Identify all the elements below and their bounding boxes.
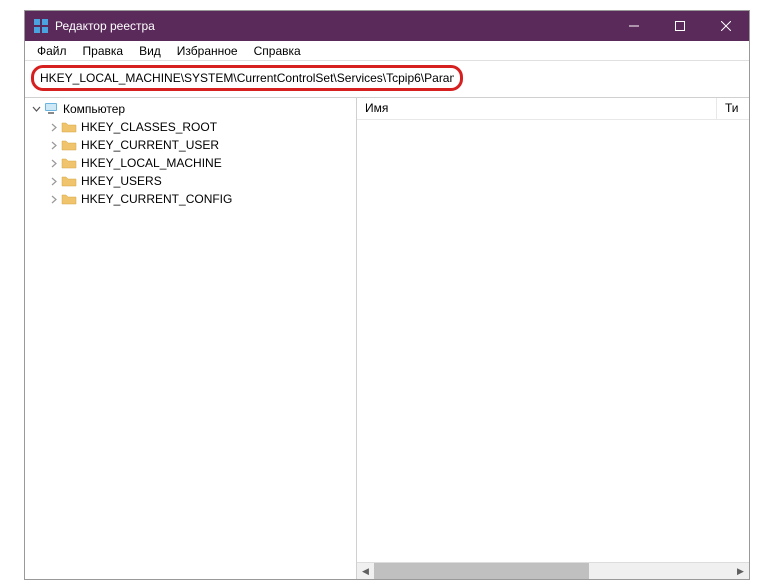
window-title: Редактор реестра bbox=[55, 19, 611, 33]
close-button[interactable] bbox=[703, 11, 749, 41]
tree-hive-label: HKEY_CLASSES_ROOT bbox=[81, 120, 217, 134]
list-header: Имя Ти bbox=[357, 98, 749, 120]
folder-icon bbox=[61, 138, 77, 152]
chevron-right-icon[interactable] bbox=[47, 195, 61, 204]
horizontal-scrollbar[interactable]: ◀ ▶ bbox=[357, 562, 749, 579]
list-panel: Имя Ти ◀ ▶ bbox=[357, 98, 749, 579]
addressbar-container bbox=[25, 61, 749, 97]
menu-file[interactable]: Файл bbox=[29, 42, 75, 60]
chevron-right-icon[interactable] bbox=[47, 123, 61, 132]
folder-icon bbox=[61, 174, 77, 188]
maximize-button[interactable] bbox=[657, 11, 703, 41]
tree-hive-label: HKEY_CURRENT_USER bbox=[81, 138, 219, 152]
titlebar[interactable]: Редактор реестра bbox=[25, 11, 749, 41]
tree-hive[interactable]: HKEY_CURRENT_USER bbox=[43, 136, 356, 154]
tree-hive[interactable]: HKEY_CLASSES_ROOT bbox=[43, 118, 356, 136]
regedit-icon bbox=[33, 18, 49, 34]
addressbar-highlight bbox=[31, 65, 463, 91]
menu-favorites[interactable]: Избранное bbox=[169, 42, 246, 60]
tree-hive[interactable]: HKEY_LOCAL_MACHINE bbox=[43, 154, 356, 172]
menu-view[interactable]: Вид bbox=[131, 42, 169, 60]
computer-icon bbox=[43, 102, 59, 116]
tree-panel[interactable]: Компьютер HKEY_CLASSES_ROOT HKEY_CURRENT… bbox=[25, 98, 357, 579]
addressbar-input[interactable] bbox=[40, 71, 454, 85]
scroll-right-icon[interactable]: ▶ bbox=[732, 563, 749, 580]
tree-hive[interactable]: HKEY_USERS bbox=[43, 172, 356, 190]
tree-hive-label: HKEY_CURRENT_CONFIG bbox=[81, 192, 232, 206]
column-name[interactable]: Имя bbox=[357, 98, 717, 119]
chevron-right-icon[interactable] bbox=[47, 159, 61, 168]
tree-hive-label: HKEY_USERS bbox=[81, 174, 162, 188]
chevron-right-icon[interactable] bbox=[47, 141, 61, 150]
scrollbar-track[interactable] bbox=[374, 563, 732, 580]
chevron-down-icon[interactable] bbox=[29, 105, 43, 114]
content-area: Компьютер HKEY_CLASSES_ROOT HKEY_CURRENT… bbox=[25, 97, 749, 579]
minimize-button[interactable] bbox=[611, 11, 657, 41]
scrollbar-thumb[interactable] bbox=[374, 563, 589, 580]
tree-hive[interactable]: HKEY_CURRENT_CONFIG bbox=[43, 190, 356, 208]
tree-root[interactable]: Компьютер bbox=[25, 100, 356, 118]
window-controls bbox=[611, 11, 749, 41]
folder-icon bbox=[61, 156, 77, 170]
tree-root-label: Компьютер bbox=[63, 102, 125, 116]
scroll-left-icon[interactable]: ◀ bbox=[357, 563, 374, 580]
menu-help[interactable]: Справка bbox=[246, 42, 309, 60]
folder-icon bbox=[61, 192, 77, 206]
menubar: Файл Правка Вид Избранное Справка bbox=[25, 41, 749, 61]
list-body[interactable] bbox=[357, 120, 749, 562]
tree-children: HKEY_CLASSES_ROOT HKEY_CURRENT_USER HKEY… bbox=[25, 118, 356, 208]
window-frame: Редактор реестра Файл Правка Вид Избранн… bbox=[24, 10, 750, 580]
column-type[interactable]: Ти bbox=[717, 98, 749, 119]
folder-icon bbox=[61, 120, 77, 134]
tree-hive-label: HKEY_LOCAL_MACHINE bbox=[81, 156, 222, 170]
menu-edit[interactable]: Правка bbox=[75, 42, 132, 60]
chevron-right-icon[interactable] bbox=[47, 177, 61, 186]
